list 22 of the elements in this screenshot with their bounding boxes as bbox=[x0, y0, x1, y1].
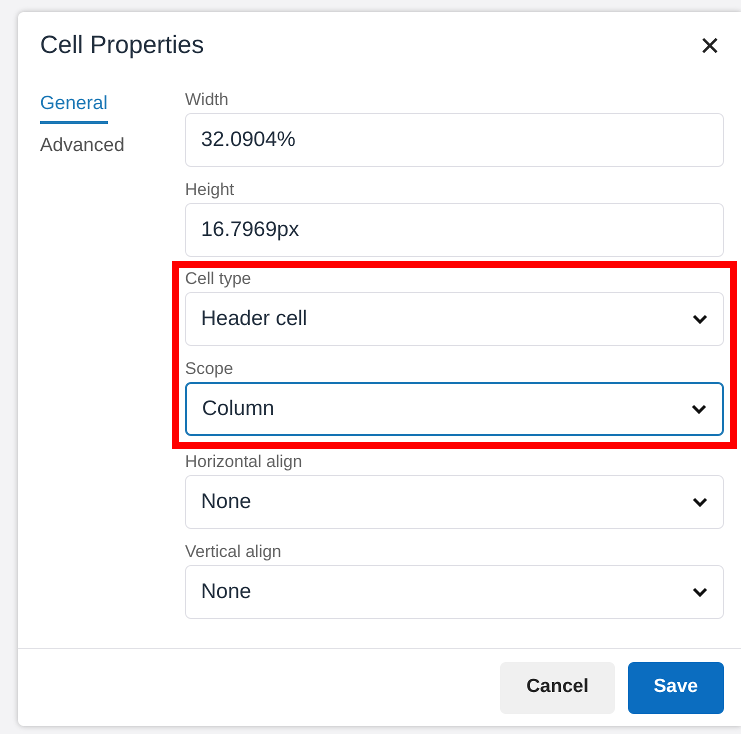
field-label: Vertical align bbox=[185, 541, 282, 563]
chevron-down-icon bbox=[692, 497, 708, 507]
field-label: Height bbox=[185, 179, 236, 201]
field-label: Width bbox=[185, 89, 230, 111]
field-label: Horizontal align bbox=[185, 451, 304, 473]
tab[interactable]: General bbox=[40, 90, 108, 124]
chevron-down-icon bbox=[691, 404, 707, 414]
chevron-down-icon bbox=[692, 314, 708, 324]
dropdown[interactable]: None bbox=[185, 565, 724, 619]
field-label: Cell type bbox=[185, 268, 252, 290]
field-label: Scope bbox=[185, 358, 234, 380]
dropdown[interactable]: Header cell bbox=[185, 292, 724, 346]
cancel-button[interactable]: Cancel bbox=[500, 662, 615, 714]
input-field[interactable]: 32.0904% bbox=[185, 113, 724, 167]
dropdown[interactable]: Column bbox=[185, 382, 724, 436]
close-button[interactable]: ✕ bbox=[699, 33, 721, 59]
save-button[interactable]: Save bbox=[628, 662, 724, 714]
dialog-title: Cell Properties bbox=[40, 30, 204, 62]
chevron-down-icon bbox=[692, 587, 708, 597]
input-field[interactable]: 16.7969px bbox=[185, 203, 724, 257]
tab[interactable]: Advanced bbox=[40, 132, 125, 165]
dropdown[interactable]: None bbox=[185, 475, 724, 529]
